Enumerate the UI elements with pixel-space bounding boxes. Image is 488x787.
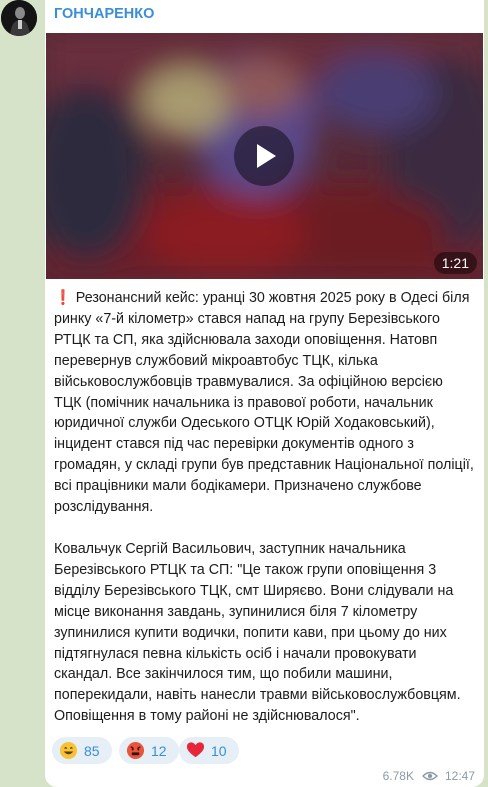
post-paragraph-2: Ковальчук Сергій Васильович, заступник н… bbox=[54, 540, 461, 725]
red-heart-icon bbox=[186, 742, 205, 758]
video-thumbnail[interactable]: 1:21 bbox=[46, 33, 483, 279]
message-bubble: ГОНЧАРЕНКО 1:21 ❗ Резонансний кейс: уран… bbox=[45, 0, 484, 787]
eye-icon bbox=[421, 771, 438, 781]
play-icon bbox=[257, 144, 276, 168]
reaction-grinning[interactable]: 85 bbox=[52, 737, 112, 764]
angry-face-icon bbox=[126, 741, 145, 760]
reaction-count: 10 bbox=[211, 742, 227, 759]
reaction-count: 12 bbox=[151, 742, 167, 759]
message-time: 12:47 bbox=[444, 769, 475, 783]
reaction-angry[interactable]: 12 bbox=[119, 737, 179, 764]
video-duration: 1:21 bbox=[433, 252, 477, 274]
channel-avatar[interactable] bbox=[1, 0, 37, 36]
reaction-count: 85 bbox=[84, 742, 100, 759]
message-meta: 6.78K 12:47 bbox=[383, 769, 475, 783]
grinning-face-icon bbox=[59, 741, 78, 760]
reaction-heart[interactable]: 10 bbox=[179, 737, 239, 764]
view-count: 6.78K bbox=[382, 769, 414, 783]
avatar-person-icon bbox=[1, 0, 37, 36]
play-button[interactable] bbox=[234, 126, 294, 186]
paragraph-1-text: Резонансний кейс: уранці 30 жовтня 2025 … bbox=[54, 290, 474, 516]
post-text: ❗ Резонансний кейс: уранці 30 жовтня 202… bbox=[54, 288, 474, 727]
channel-name[interactable]: ГОНЧАРЕНКО bbox=[54, 6, 154, 22]
exclamation-icon: ❗ bbox=[54, 290, 72, 306]
post-paragraph-1: ❗ Резонансний кейс: уранці 30 жовтня 202… bbox=[54, 288, 474, 518]
